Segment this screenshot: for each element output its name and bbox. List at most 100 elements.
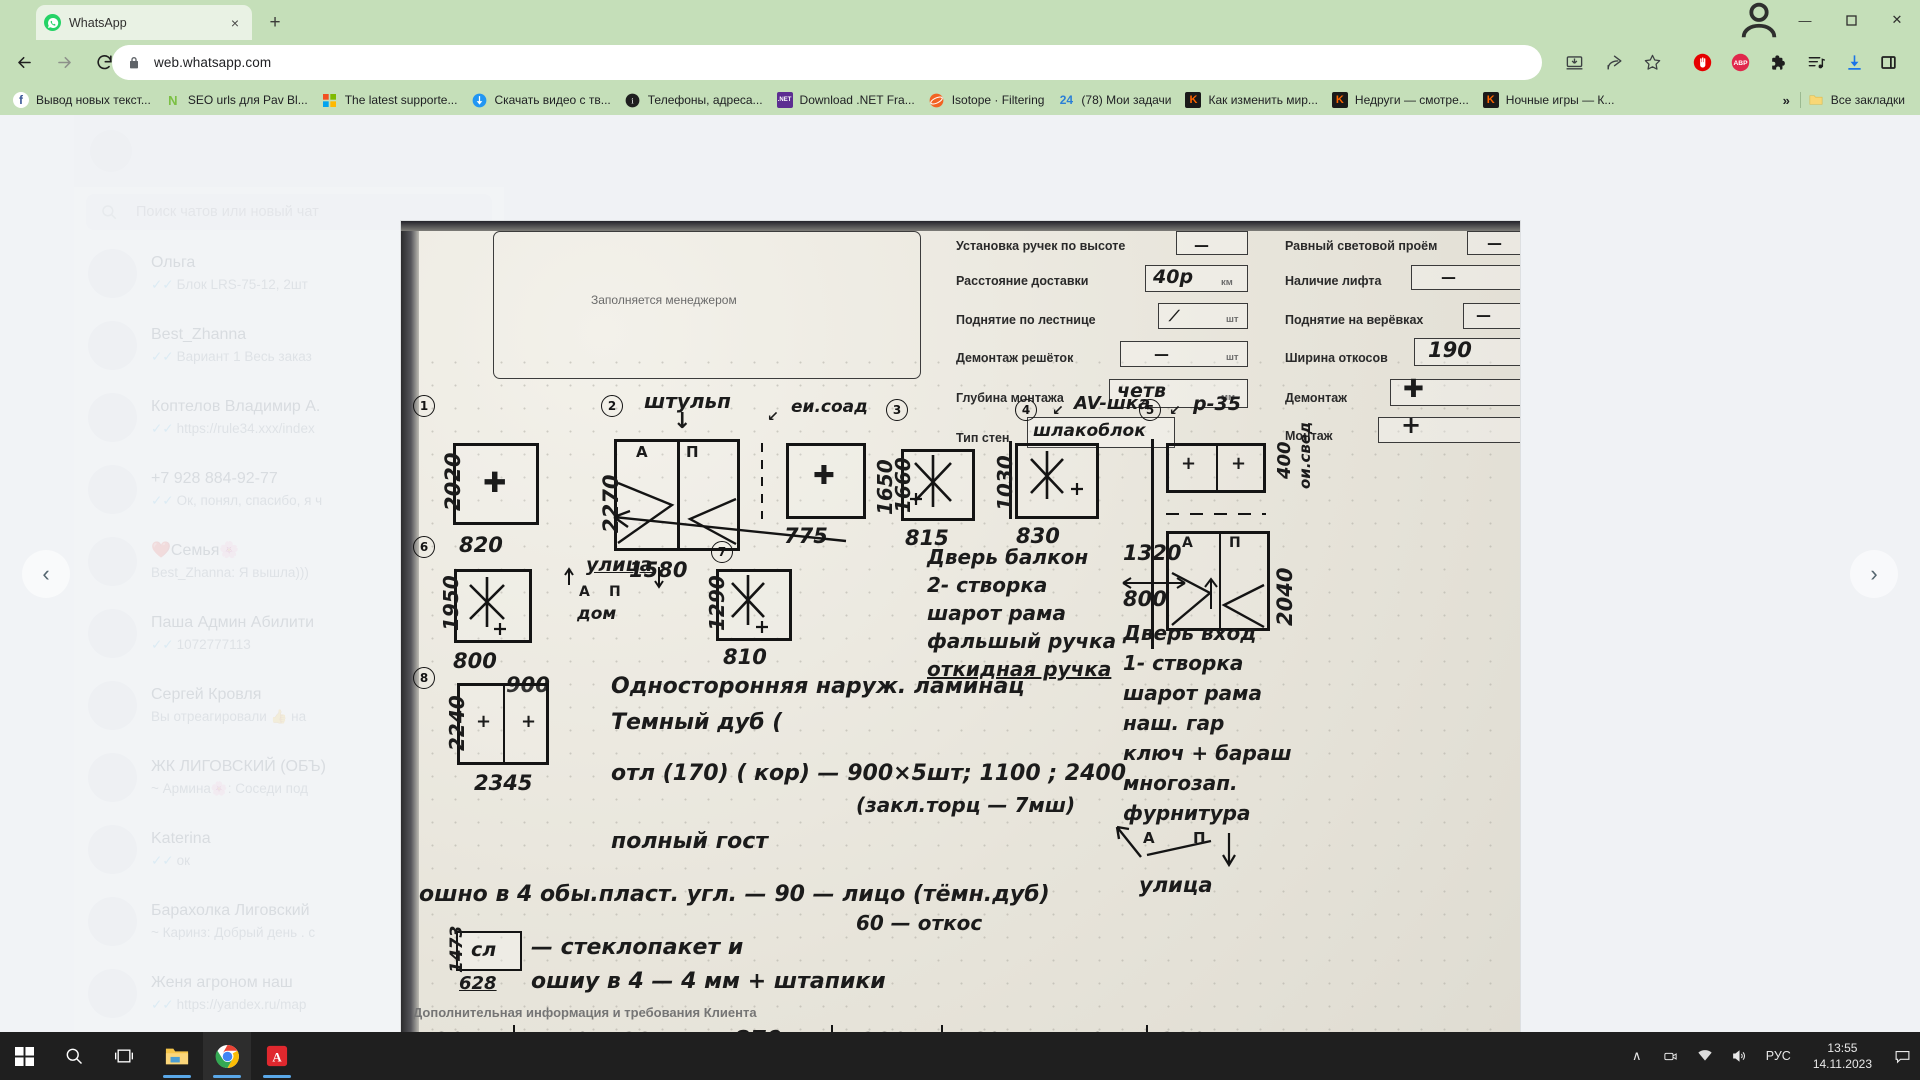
note-left-2: отл (170) ( кор) — 900×5шт; 1100 ; 2400 [611, 761, 1127, 786]
form-value-slope-width: 190 [1428, 338, 1472, 362]
chat-preview-text: https://rule34.xxx/index [176, 420, 315, 436]
back-arrow-icon[interactable] [8, 46, 41, 79]
item-number-5: 5 [1139, 399, 1161, 421]
item-number-7: 7 [711, 541, 733, 563]
netpeak-icon: N [168, 92, 178, 108]
volume-icon[interactable] [1722, 1032, 1756, 1080]
form-field-handle-height[interactable] [1176, 231, 1248, 255]
read-ticks-icon: ✓✓ [151, 996, 174, 1012]
bookmark-item[interactable]: Isotope · Filtering [922, 88, 1052, 112]
notification-icon[interactable] [1884, 1032, 1920, 1080]
form-label-elevator: Наличие лифта [1285, 274, 1382, 288]
minimize-button[interactable]: — [1782, 0, 1828, 40]
form-field-installation[interactable] [1378, 417, 1520, 443]
search-icon[interactable] [50, 1032, 98, 1080]
dashed-separator [1166, 513, 1266, 516]
new-tab-button[interactable]: + [262, 10, 288, 36]
bookmark-item[interactable]: K Как изменить мир... [1178, 88, 1324, 112]
pointer-icon: ↙ [767, 409, 779, 425]
bookmark-item[interactable]: 24 (78) Мои задачи [1051, 88, 1178, 112]
chevron-double-right-icon[interactable]: » [1773, 93, 1800, 108]
windows-start-icon[interactable] [0, 1032, 48, 1080]
forward-arrow-icon[interactable] [48, 46, 81, 79]
next-image-button[interactable]: › [1850, 549, 1898, 598]
bookmarks-bar: f Вывод новых текст... N SEO urls для Pa… [0, 85, 1920, 115]
abp-icon[interactable]: ABP [1724, 46, 1757, 79]
bookmark-label: Ночные игры — К... [1505, 93, 1615, 107]
bookmark-item[interactable]: Скачать видео с тв... [464, 88, 617, 112]
tab-strip: WhatsApp × + — ✕ [0, 0, 1920, 40]
share-icon[interactable] [1598, 46, 1631, 79]
photo-edge-top [401, 221, 1520, 231]
whatsapp-icon [44, 14, 61, 31]
bookmark-item[interactable]: i Телефоны, адреса... [618, 88, 770, 112]
window-1-width: 820 [459, 533, 503, 557]
running-indicator [213, 1075, 241, 1078]
note-left-8: ошиу в 4 — 4 мм + штапики [531, 969, 886, 994]
bookmark-item[interactable]: N SEO urls для Pav Bl... [158, 88, 315, 112]
search-placeholder: Поиск чатов или новый чат [136, 204, 319, 220]
all-bookmarks-button[interactable]: Все закладки [1801, 88, 1912, 112]
bookmarks-overflow: » Все закладки [1772, 85, 1920, 115]
bookmark-label: Телефоны, адреса... [647, 93, 763, 107]
downloads-icon[interactable] [1838, 46, 1871, 79]
note-right-2-2: шарот рама [1123, 681, 1263, 705]
form-label-rope-lift: Поднятие на верёвках [1285, 313, 1424, 327]
manager-box-label: Заполняется менеджером [591, 293, 737, 307]
svg-text:ABP: ABP [1733, 60, 1748, 67]
window-6-top-right-mark: + [1231, 453, 1247, 474]
clock[interactable]: 13:55 14.11.2023 [1801, 1040, 1884, 1072]
avatar[interactable] [90, 130, 132, 172]
bookmark-item[interactable]: f Вывод новых текст... [6, 88, 158, 112]
stamp-bottom-number: 628 [459, 973, 497, 994]
table-divider [831, 1025, 834, 1032]
device-icon[interactable] [1654, 1032, 1688, 1080]
bookmark-item[interactable]: K Ночные игры — К... [1476, 88, 1622, 112]
avatar [88, 320, 137, 370]
acrobat-icon[interactable]: A [253, 1032, 301, 1080]
dotnet-icon: .NET [776, 92, 793, 108]
bookmark-star-icon[interactable] [1636, 46, 1669, 79]
avatar [88, 392, 137, 442]
task-view-icon[interactable] [100, 1032, 148, 1080]
side-panel-icon[interactable] [1872, 46, 1905, 79]
form-field-rope-lift[interactable] [1463, 303, 1520, 329]
install-app-icon[interactable] [1558, 46, 1591, 79]
bookmark-label: Недруги — смотре... [1354, 93, 1469, 107]
playlist-icon[interactable] [1800, 46, 1833, 79]
avatar [88, 248, 137, 298]
read-ticks-icon: ✓✓ [151, 276, 174, 292]
bottom-form-label: Дополнительная информация и требования К… [413, 1005, 757, 1020]
bookmark-item[interactable]: .NET Download .NET Fra... [770, 88, 922, 112]
profile-icon[interactable] [1736, 0, 1782, 40]
window-7-opening-marks [469, 577, 506, 635]
prev-image-button[interactable]: ‹ [22, 549, 70, 598]
avatar [88, 752, 137, 802]
address-bar[interactable]: web.whatsapp.com [112, 45, 1542, 80]
all-bookmarks-label: Все закладки [1830, 93, 1905, 107]
chat-preview-text: ~ Армина🌸: Соседи под [151, 780, 309, 796]
extensions-puzzle-icon[interactable] [1762, 46, 1795, 79]
tray-overflow-icon[interactable]: ∧ [1620, 1032, 1654, 1080]
system-tray: ∧ РУС 13:55 14.11.2023 [1620, 1032, 1920, 1080]
form-unit-pcs: шт [1226, 352, 1239, 363]
tab-whatsapp[interactable]: WhatsApp × [36, 5, 252, 40]
language-indicator[interactable]: РУС [1756, 1049, 1801, 1063]
file-explorer-icon[interactable] [153, 1032, 201, 1080]
attachment-photo-viewer[interactable]: Заполняется менеджером Установка ручек п… [401, 221, 1520, 1032]
form-value-handle-height: — [1194, 236, 1209, 254]
bookmark-item[interactable]: K Недруги — смотре... [1325, 88, 1476, 112]
close-button[interactable]: ✕ [1874, 0, 1920, 40]
form-field-elevator[interactable] [1411, 265, 1520, 290]
bookmark-item[interactable]: The latest supporte... [315, 88, 465, 112]
chat-preview-text: https://yandex.ru/map [176, 996, 307, 1012]
adblock-hand-icon[interactable] [1686, 46, 1719, 79]
browser-window: WhatsApp × + — ✕ web.whatsapp.com ABP f … [0, 0, 1920, 1032]
kinopoisk-icon: K [1331, 92, 1348, 108]
browser-toolbar: web.whatsapp.com ABP [0, 40, 1920, 85]
chrome-icon[interactable] [203, 1032, 251, 1080]
close-icon[interactable]: × [226, 14, 244, 32]
maximize-button[interactable] [1828, 0, 1874, 40]
table-divider [941, 1025, 944, 1032]
wifi-icon[interactable] [1688, 1032, 1722, 1080]
